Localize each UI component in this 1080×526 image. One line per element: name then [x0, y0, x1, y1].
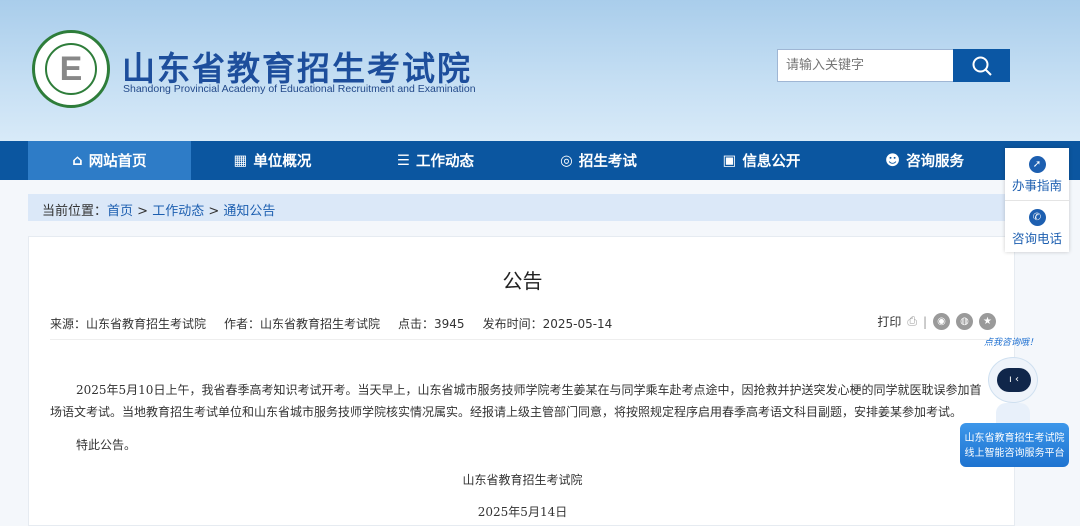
guide-button[interactable]: ➚ 办事指南	[1005, 148, 1069, 200]
nav-home[interactable]: ⌂ 网站首页	[28, 141, 191, 180]
site-header: E 山东省教育招生考试院 Shandong Provincial Academy…	[0, 0, 1080, 141]
nav-exams[interactable]: ◎ 招生考试	[517, 141, 680, 180]
article-body: 2025年5月10日上午，我省春季高考知识考试开考。当天早上，山东省城市服务技师…	[50, 383, 982, 452]
article-title: 公告	[502, 269, 543, 293]
breadcrumb-news[interactable]: 工作动态	[152, 204, 204, 219]
weibo-icon[interactable]: ◉	[933, 313, 950, 330]
nav-about[interactable]: ▦ 单位概况	[191, 141, 354, 180]
breadcrumb: 当前位置：首页 > 工作动态 > 通知公告	[28, 194, 1015, 221]
logo[interactable]: E	[32, 30, 110, 108]
nav-news[interactable]: ☰ 工作动态	[354, 141, 517, 180]
site-subtitle: Shandong Provincial Academy of Education…	[123, 83, 476, 95]
favorite-icon[interactable]: ★	[979, 313, 996, 330]
nav-consult[interactable]: ☻ 咨询服务	[843, 141, 1006, 180]
floating-panel: ➚ 办事指南 ✆ 咨询电话	[1005, 148, 1069, 252]
main-nav: ⌂ 网站首页 ▦ 单位概况 ☰ 工作动态 ◎ 招生考试 ▣ 信息公开 ☻ 咨询服务	[0, 141, 1080, 180]
search-icon	[972, 56, 992, 76]
nav-disclosure[interactable]: ▣ 信息公开	[680, 141, 843, 180]
article-card: 公告 来源：山东省教育招生考试院 作者：山东省教育招生考试院 点击：3945 发…	[28, 236, 1015, 526]
breadcrumb-notices[interactable]: 通知公告	[223, 204, 275, 219]
search-input[interactable]	[777, 49, 954, 82]
search-button[interactable]	[953, 49, 1010, 82]
user-icon: ☻	[884, 152, 901, 169]
share-tools: 打印 ⎙ | ◉ ◍ ★	[877, 313, 996, 330]
document-icon: ▣	[722, 152, 737, 169]
article-meta: 来源：山东省教育招生考试院 作者：山东省教育招生考试院 点击：3945 发布时间…	[50, 317, 613, 331]
exam-icon: ◎	[560, 152, 573, 169]
building-icon: ▦	[233, 152, 248, 169]
phone-button[interactable]: ✆ 咨询电话	[1005, 200, 1069, 252]
printer-icon[interactable]: ⎙	[907, 314, 917, 329]
wechat-icon[interactable]: ◍	[956, 313, 973, 330]
divider	[50, 339, 993, 340]
phone-icon: ✆	[1028, 209, 1046, 226]
signature: 山东省教育招生考试院	[462, 473, 583, 487]
print-button[interactable]: 打印	[877, 313, 901, 330]
ai-assistant-widget[interactable]: 点我咨询哦！ ı ‹ 山东省教育招生考试院 线上智能咨询服务平台	[960, 335, 1069, 468]
list-icon: ☰	[397, 152, 410, 169]
home-icon: ⌂	[72, 152, 83, 169]
robot-icon: ı ‹	[988, 357, 1038, 403]
compass-icon: ➚	[1028, 156, 1046, 173]
breadcrumb-home[interactable]: 首页	[107, 204, 133, 219]
